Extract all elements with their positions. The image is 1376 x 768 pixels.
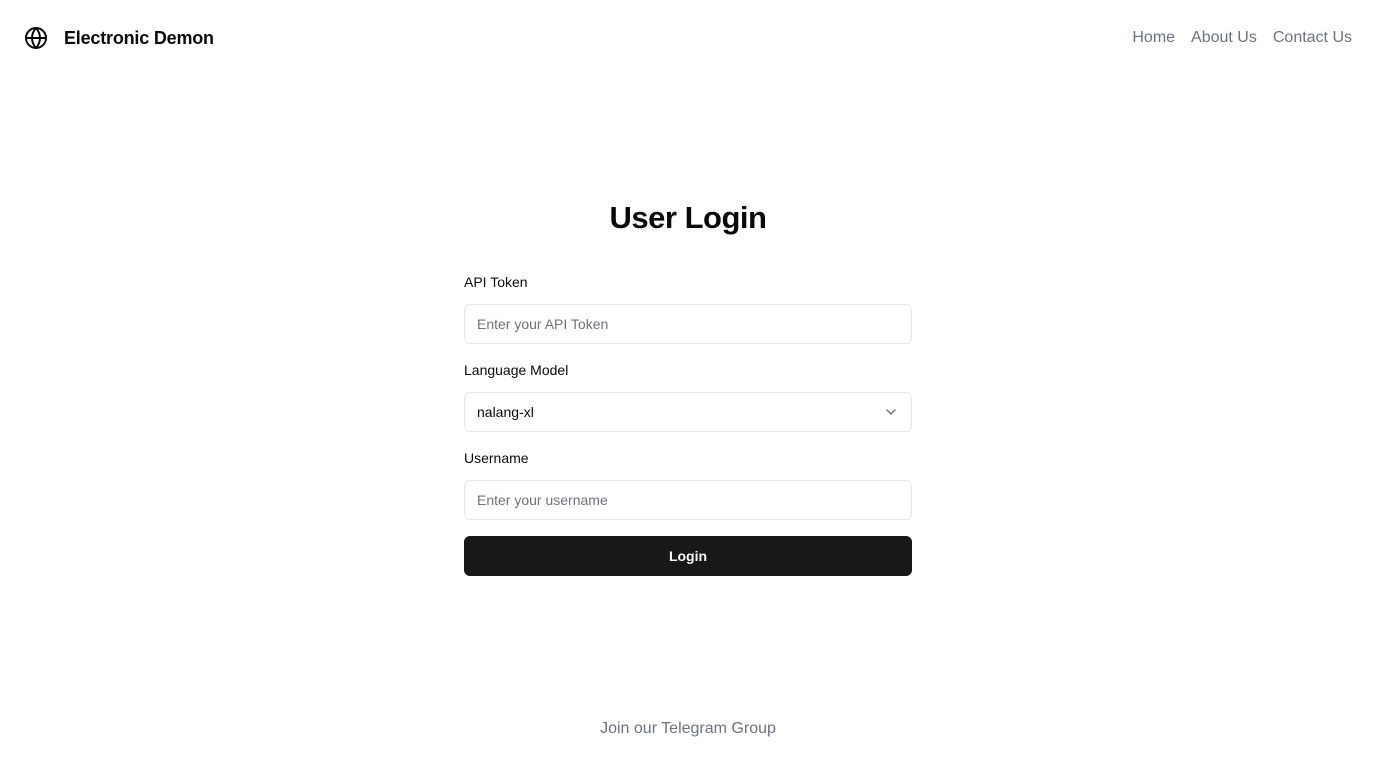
site-header: Electronic Demon Home About Us Contact U…	[0, 0, 1376, 76]
chevron-down-icon	[886, 409, 896, 415]
main-nav: Home About Us Contact Us	[1132, 29, 1352, 47]
nav-link-home[interactable]: Home	[1132, 29, 1175, 47]
site-footer: Join our Telegram Group	[0, 720, 1376, 738]
username-label: Username	[464, 450, 529, 466]
api-token-input[interactable]	[464, 304, 912, 344]
login-panel: User Login API Token Language Model nala…	[464, 196, 912, 576]
language-model-selected-value: nalang-xl	[477, 404, 534, 420]
api-token-label: API Token	[464, 274, 528, 290]
language-model-label: Language Model	[464, 362, 569, 378]
page-title: User Login	[609, 200, 767, 235]
nav-link-about-us[interactable]: About Us	[1191, 29, 1257, 47]
username-field-group: Username	[464, 448, 912, 520]
globe-icon	[25, 27, 47, 49]
login-form: API Token Language Model nalang-xl Usern…	[464, 272, 912, 576]
language-model-field-group: Language Model nalang-xl	[464, 360, 912, 432]
api-token-field-group: API Token	[464, 272, 912, 344]
login-button[interactable]: Login	[464, 536, 912, 576]
nav-link-contact-us[interactable]: Contact Us	[1273, 29, 1352, 47]
brand-name: Electronic Demon	[64, 27, 214, 48]
telegram-group-link[interactable]: Join our Telegram Group	[600, 720, 776, 737]
language-model-select[interactable]: nalang-xl	[464, 392, 912, 432]
username-input[interactable]	[464, 480, 912, 520]
brand-link[interactable]: Electronic Demon	[24, 26, 214, 50]
